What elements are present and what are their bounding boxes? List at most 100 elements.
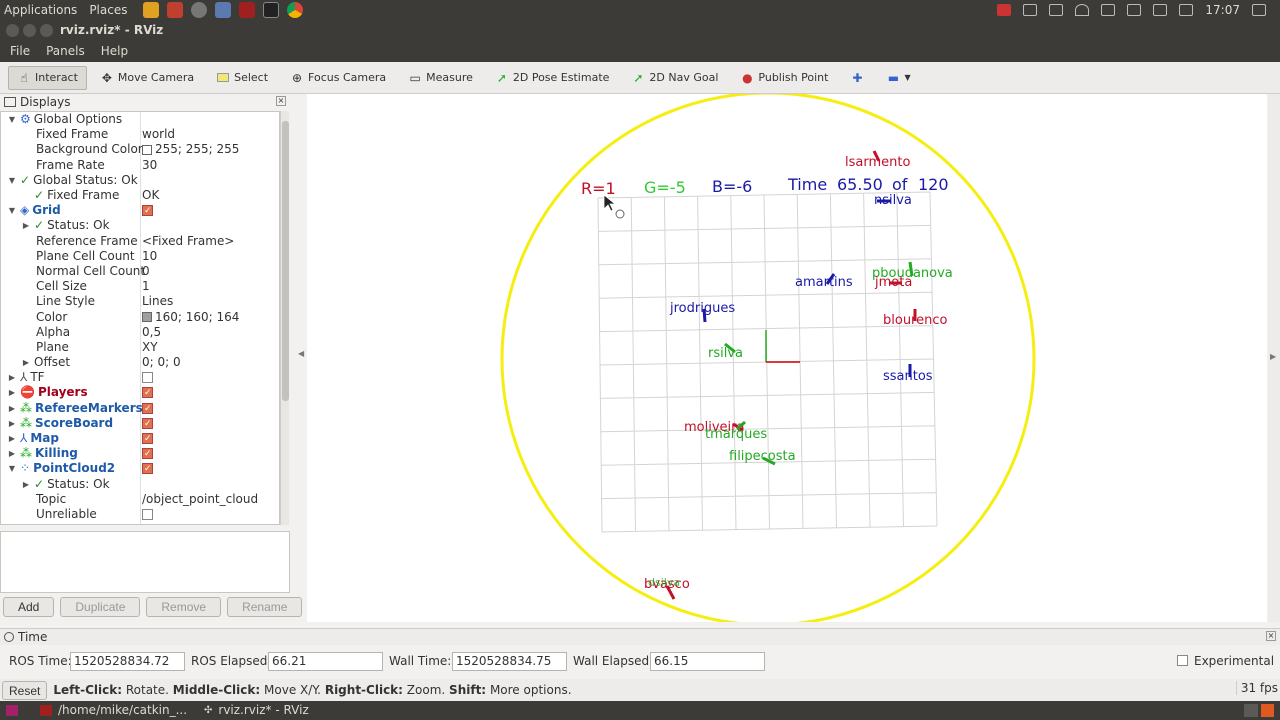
- tree-row[interactable]: ▶ ⅄ Map: [1, 431, 279, 447]
- expand-right-icon[interactable]: ▶: [7, 416, 17, 431]
- row-value[interactable]: 0: [142, 264, 150, 279]
- tree-row[interactable]: Alpha 0,5: [1, 325, 279, 340]
- remove-button[interactable]: Remove: [146, 597, 222, 617]
- magnet-launcher-icon[interactable]: [143, 2, 160, 18]
- tree-row[interactable]: ✓ Fixed Frame OK: [1, 188, 279, 203]
- move-camera-tool-button[interactable]: ✥ Move Camera: [91, 66, 203, 90]
- focus-camera-tool-button[interactable]: ⊕ Focus Camera: [281, 66, 395, 90]
- tree-row[interactable]: Plane Cell Count 10: [1, 249, 279, 264]
- row-value[interactable]: <Fixed Frame>: [142, 234, 234, 249]
- volume-icon[interactable]: [1179, 4, 1194, 16]
- scene-svg[interactable]: R=1 G=-5 B=-6 Time 65.50 of 120 lsarment…: [307, 94, 1267, 622]
- expand-down-icon[interactable]: ▼: [7, 173, 17, 188]
- tree-row[interactable]: ▶ ⁂ Killing: [1, 446, 279, 462]
- measure-tool-button[interactable]: ▭ Measure: [399, 66, 482, 90]
- reset-button[interactable]: Reset: [2, 680, 48, 700]
- row-value[interactable]: 160; 160; 164: [155, 310, 239, 325]
- add-tool-button[interactable]: ✚: [841, 66, 873, 90]
- ros-time-field[interactable]: 1520528834.72: [70, 651, 185, 671]
- collapse-left-icon[interactable]: ◀: [298, 349, 304, 358]
- panel-splitter[interactable]: ◀: [296, 94, 306, 624]
- tree-row[interactable]: Color 160; 160; 164: [1, 309, 279, 324]
- expand-right-icon[interactable]: ▶: [7, 401, 17, 416]
- tree-row[interactable]: ▼ ◈ Grid: [1, 203, 279, 219]
- enable-checkbox[interactable]: [142, 372, 153, 384]
- settings-launcher-icon[interactable]: [167, 2, 184, 18]
- pose-estimate-tool-button[interactable]: ➚ 2D Pose Estimate: [486, 66, 619, 90]
- enable-checkbox[interactable]: [142, 462, 153, 477]
- chrome-launcher-icon[interactable]: [287, 2, 304, 18]
- wifi-icon[interactable]: [1075, 4, 1090, 16]
- menu-file[interactable]: File: [10, 41, 30, 62]
- enable-checkbox[interactable]: [142, 432, 153, 447]
- duplicate-button[interactable]: Duplicate: [60, 597, 141, 617]
- expand-down-icon[interactable]: ▼: [7, 112, 17, 127]
- wall-time-field[interactable]: 1520528834.75: [452, 651, 567, 671]
- screenshot-launcher-icon[interactable]: [239, 2, 256, 18]
- row-value[interactable]: world: [142, 127, 175, 142]
- expand-down-icon[interactable]: ▼: [7, 203, 17, 218]
- menu-help[interactable]: Help: [101, 41, 128, 62]
- tree-row[interactable]: Fixed Frame world: [1, 127, 279, 142]
- experimental-checkbox[interactable]: [1177, 655, 1188, 666]
- render-view[interactable]: R=1 G=-5 B=-6 Time 65.50 of 120 lsarment…: [307, 94, 1267, 622]
- battery-icon[interactable]: [1153, 4, 1168, 16]
- tree-row[interactable]: ▶ ⁂ RefereeMarkers: [1, 401, 279, 417]
- close-window-icon[interactable]: [6, 24, 19, 37]
- row-value[interactable]: 10: [142, 249, 157, 264]
- close-icon[interactable]: ×: [1266, 631, 1276, 641]
- virtualbox-launcher-icon[interactable]: [215, 2, 232, 18]
- expand-right-icon[interactable]: ▶: [7, 370, 17, 385]
- displays-scrollbar[interactable]: [280, 111, 289, 525]
- tree-row[interactable]: ▼ ⚙ Global Options: [1, 112, 279, 127]
- rename-button[interactable]: Rename: [227, 597, 303, 617]
- row-value[interactable]: 0,5: [142, 325, 161, 340]
- row-value[interactable]: 30: [142, 158, 157, 173]
- expand-right-icon[interactable]: ▶: [21, 477, 31, 492]
- enable-checkbox[interactable]: [142, 402, 153, 417]
- collapse-right-icon[interactable]: ▶: [1270, 352, 1276, 361]
- tree-row[interactable]: ▼ ⁘ PointCloud2: [1, 461, 279, 477]
- menu-panels[interactable]: Panels: [46, 41, 85, 62]
- scrollbar-thumb[interactable]: [282, 121, 289, 401]
- enable-checkbox[interactable]: [142, 447, 153, 462]
- displays-tree[interactable]: ▼ ⚙ Global Options Fixed Frame world Backgr…: [0, 111, 280, 525]
- select-tool-button[interactable]: Select: [207, 66, 277, 90]
- maximize-window-icon[interactable]: [40, 24, 53, 37]
- enable-checkbox[interactable]: [142, 204, 153, 219]
- places-menu[interactable]: Places: [89, 3, 127, 17]
- expand-right-icon[interactable]: ▶: [21, 355, 31, 370]
- tree-row[interactable]: ▶ ⅄ TF: [1, 370, 279, 385]
- applications-menu[interactable]: Applications: [4, 3, 77, 17]
- enable-checkbox[interactable]: [142, 508, 153, 520]
- row-value[interactable]: 0; 0; 0: [142, 355, 181, 370]
- enable-checkbox[interactable]: [142, 386, 153, 401]
- tree-row[interactable]: ▼ ✓ Global Status: Ok: [1, 173, 279, 188]
- view-side-handle[interactable]: ▶: [1268, 94, 1280, 622]
- publish-point-tool-button[interactable]: ● Publish Point: [731, 66, 837, 90]
- clipboard-icon[interactable]: [1049, 4, 1064, 16]
- tree-row[interactable]: Plane XY: [1, 340, 279, 355]
- tree-row[interactable]: Line Style Lines: [1, 294, 279, 309]
- browser-launcher-icon[interactable]: [191, 2, 208, 18]
- taskbar-item-terminal[interactable]: /home/mike/catkin_...: [40, 703, 187, 717]
- expand-right-icon[interactable]: ▶: [7, 446, 17, 461]
- power-gear-icon[interactable]: [1252, 4, 1266, 16]
- tree-row[interactable]: ▶ ⛔ Players: [1, 385, 279, 401]
- tree-row[interactable]: ▶ ✓ Status: Ok: [1, 477, 279, 492]
- show-desktop-icon[interactable]: [6, 705, 18, 716]
- expand-right-icon[interactable]: ▶: [7, 385, 17, 400]
- row-value[interactable]: XY: [142, 340, 158, 355]
- tree-row[interactable]: Topic/object_point_cloud: [1, 492, 279, 507]
- record-icon[interactable]: [997, 4, 1012, 16]
- ros-elapsed-field[interactable]: 66.21: [268, 651, 383, 671]
- tree-row[interactable]: ▶ Offset 0; 0; 0: [1, 355, 279, 370]
- row-value[interactable]: 255; 255; 255: [155, 142, 239, 157]
- nav-goal-tool-button[interactable]: ➚ 2D Nav Goal: [622, 66, 727, 90]
- tree-row[interactable]: Frame Rate 30: [1, 158, 279, 173]
- row-value[interactable]: 1: [142, 279, 150, 294]
- taskbar-item-rviz[interactable]: ✣ rviz.rviz* - RViz: [204, 703, 309, 717]
- tree-row[interactable]: Normal Cell Count 0: [1, 264, 279, 279]
- tree-row[interactable]: Cell Size 1: [1, 279, 279, 294]
- add-button[interactable]: Add: [3, 597, 55, 617]
